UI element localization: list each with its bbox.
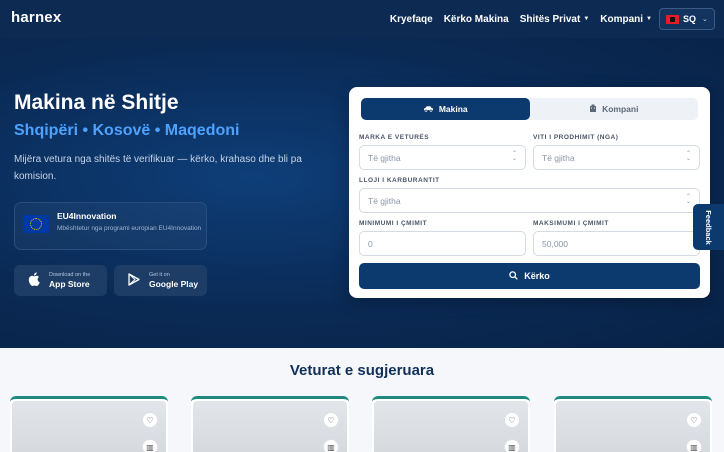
nav-link-private-sellers[interactable]: Shitës Privat ▼ xyxy=(520,14,590,25)
eu-badge-description: Mbështetur nga programi europian EU4Inno… xyxy=(57,225,202,232)
heart-icon[interactable]: ♡ xyxy=(686,412,702,428)
caret-down-icon: ▼ xyxy=(583,16,590,22)
select-arrows-icon: ⌃ ⌄ xyxy=(685,194,691,205)
min-price-placeholder: 0 xyxy=(368,238,373,249)
car-card[interactable]: ♡ ▥ xyxy=(191,396,349,452)
compare-icon[interactable]: ▥ xyxy=(686,439,702,452)
eu-badge-title: EU4Innovation xyxy=(57,211,117,221)
compare-icon[interactable]: ▥ xyxy=(323,439,339,452)
language-selector[interactable]: SQ ⌄ xyxy=(659,8,715,30)
building-icon xyxy=(589,104,597,114)
year-select[interactable]: Të gjitha ⌃ ⌄ xyxy=(533,145,700,170)
search-card: Makina Kompani MARKA E VETURËS Të gjitha… xyxy=(349,87,710,298)
car-card[interactable]: ♡ ▥ xyxy=(554,396,712,452)
min-price-input[interactable]: 0 xyxy=(359,231,526,256)
caret-down-icon: ▼ xyxy=(646,16,652,22)
navbar: harnex Kryefaqe Kërko Makina Shitës Priv… xyxy=(0,0,724,38)
nav-links: Kryefaqe Kërko Makina Shitës Privat ▼ Kom… xyxy=(390,0,652,38)
app-store-button[interactable]: Download on the App Store xyxy=(14,265,107,296)
max-price-placeholder: 50,000 xyxy=(542,238,568,249)
feedback-label: Feedback xyxy=(704,209,714,245)
eu-innovation-badge: EU4Innovation Mbështetur nga programi eu… xyxy=(14,202,207,250)
section-title: Veturat e sugjeruara xyxy=(289,362,435,379)
hero-title: Makina në Shitje xyxy=(14,91,179,114)
nav-link-search-cars[interactable]: Kërko Makina xyxy=(444,14,509,25)
nav-link-company[interactable]: Kompani ▼ xyxy=(600,14,652,25)
language-code: SQ xyxy=(683,14,697,24)
store-name: Google Play xyxy=(149,279,199,289)
search-icon xyxy=(509,270,518,282)
compare-icon[interactable]: ▥ xyxy=(142,439,158,452)
suggested-section: Veturat e sugjeruara ♡ ▥ ♡ ▥ ♡ ▥ ♡ ▥ xyxy=(0,348,724,452)
search-button-label: Kërko xyxy=(524,271,550,281)
google-play-icon xyxy=(128,272,140,289)
google-play-button[interactable]: Get it on Google Play xyxy=(114,265,207,296)
search-tabs: Makina Kompani xyxy=(361,98,698,120)
heart-icon[interactable]: ♡ xyxy=(142,412,158,428)
brand-label: MARKA E VETURËS xyxy=(359,134,430,141)
store-small-text: Download on the xyxy=(49,272,91,278)
fuel-select-value: Të gjitha xyxy=(368,195,401,206)
tab-label: Makina xyxy=(438,104,468,114)
tab-cars[interactable]: Makina xyxy=(361,98,530,120)
albania-flag-icon xyxy=(666,14,679,24)
fuel-label: LLOJI I KARBURANTIT xyxy=(359,177,440,184)
brand-select[interactable]: Të gjitha ⌃ ⌄ xyxy=(359,145,526,170)
apple-icon xyxy=(28,272,40,289)
store-name: App Store xyxy=(49,279,90,289)
car-card[interactable]: ♡ ▥ xyxy=(10,396,168,452)
car-card[interactable]: ♡ ▥ xyxy=(372,396,530,452)
year-select-value: Të gjitha xyxy=(542,152,575,163)
store-small-text: Get it on xyxy=(149,272,170,278)
select-arrows-icon: ⌃ ⌄ xyxy=(511,151,517,162)
brand-select-value: Të gjitha xyxy=(368,152,401,163)
select-arrows-icon: ⌃ ⌄ xyxy=(685,151,691,162)
hero-subtitle: Shqipëri • Kosovë • Maqedoni xyxy=(14,122,240,139)
chevron-down-icon: ⌄ xyxy=(702,16,708,23)
eu-flag-icon xyxy=(23,215,49,233)
max-price-input[interactable]: 50,000 xyxy=(533,231,700,256)
search-button[interactable]: Kërko xyxy=(359,263,700,289)
tab-label: Kompani xyxy=(602,104,639,114)
heart-icon[interactable]: ♡ xyxy=(504,412,520,428)
logo[interactable]: harnex xyxy=(11,9,61,26)
heart-icon[interactable]: ♡ xyxy=(323,412,339,428)
fuel-select[interactable]: Të gjitha ⌃ ⌄ xyxy=(359,188,700,213)
feedback-tab[interactable]: Feedback xyxy=(693,204,724,250)
max-price-label: MAKSIMUMI I ÇMIMIT xyxy=(533,220,609,227)
year-label: VITI I PRODHIMIT (NGA) xyxy=(533,134,619,141)
min-price-label: MINIMUMI I ÇMIMIT xyxy=(359,220,428,227)
tab-company[interactable]: Kompani xyxy=(530,98,699,120)
compare-icon[interactable]: ▥ xyxy=(504,439,520,452)
hero-description: Mijëra vetura nga shitës të verifikuar —… xyxy=(14,154,302,182)
car-icon xyxy=(423,104,434,114)
nav-link-home[interactable]: Kryefaqe xyxy=(390,14,433,25)
